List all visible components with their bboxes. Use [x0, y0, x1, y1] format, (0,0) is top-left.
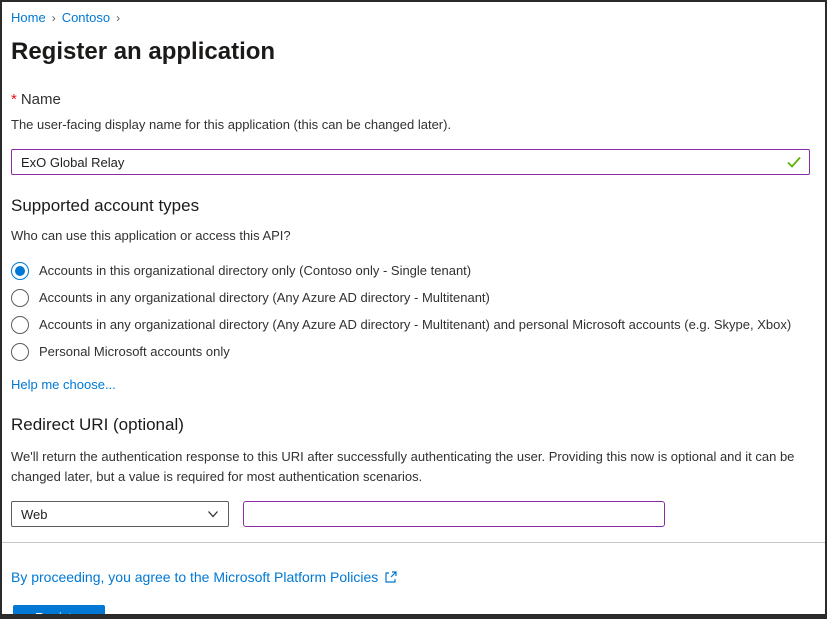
- required-asterisk: *: [11, 91, 17, 108]
- breadcrumb-separator-icon: ›: [51, 10, 56, 25]
- radio-option-label: Accounts in any organizational directory…: [39, 317, 792, 332]
- help-me-choose-link[interactable]: Help me choose...: [11, 377, 116, 392]
- name-field-label: * Name: [11, 91, 61, 108]
- platform-select[interactable]: Web: [11, 501, 229, 527]
- platform-policies-link[interactable]: By proceeding, you agree to the Microsof…: [11, 569, 378, 585]
- supported-account-types-heading: Supported account types: [11, 196, 200, 215]
- policy-statement: By proceeding, you agree to the Microsof…: [11, 569, 816, 585]
- account-types-question: Who can use this application or access t…: [11, 228, 291, 243]
- radio-option-single-tenant[interactable]: Accounts in this organizational director…: [11, 257, 816, 284]
- footer-divider: [2, 542, 825, 543]
- radio-icon[interactable]: [11, 261, 29, 280]
- platform-select-value: Web: [21, 506, 48, 522]
- radio-option-label: Accounts in any organizational directory…: [39, 290, 490, 305]
- account-type-radio-group: Accounts in this organizational director…: [11, 257, 816, 365]
- radio-option-multitenant-personal[interactable]: Accounts in any organizational directory…: [11, 311, 816, 338]
- chevron-down-icon: [208, 511, 218, 518]
- register-button[interactable]: Register: [13, 605, 106, 614]
- radio-option-label: Accounts in this organizational director…: [39, 263, 472, 278]
- register-application-page: Home › Contoso › Register an application…: [0, 0, 827, 619]
- radio-icon[interactable]: [11, 342, 29, 361]
- redirect-uri-description: We'll return the authentication response…: [11, 449, 795, 484]
- breadcrumb-contoso-link[interactable]: Contoso: [62, 10, 110, 25]
- external-link-icon: [385, 571, 397, 583]
- redirect-uri-input[interactable]: [243, 501, 665, 527]
- radio-icon[interactable]: [11, 288, 29, 307]
- checkmark-icon: [787, 156, 801, 168]
- radio-option-multitenant[interactable]: Accounts in any organizational directory…: [11, 284, 816, 311]
- breadcrumb-home-link[interactable]: Home: [11, 10, 46, 25]
- redirect-uri-heading: Redirect URI (optional): [11, 415, 184, 434]
- radio-option-personal-only[interactable]: Personal Microsoft accounts only: [11, 338, 816, 365]
- radio-option-label: Personal Microsoft accounts only: [39, 344, 230, 359]
- page-title: Register an application: [11, 38, 276, 65]
- breadcrumb: Home › Contoso ›: [11, 2, 816, 25]
- radio-icon[interactable]: [11, 315, 29, 334]
- name-field-description: The user-facing display name for this ap…: [11, 117, 452, 132]
- breadcrumb-separator-icon: ›: [116, 10, 121, 25]
- application-name-input[interactable]: [11, 149, 810, 175]
